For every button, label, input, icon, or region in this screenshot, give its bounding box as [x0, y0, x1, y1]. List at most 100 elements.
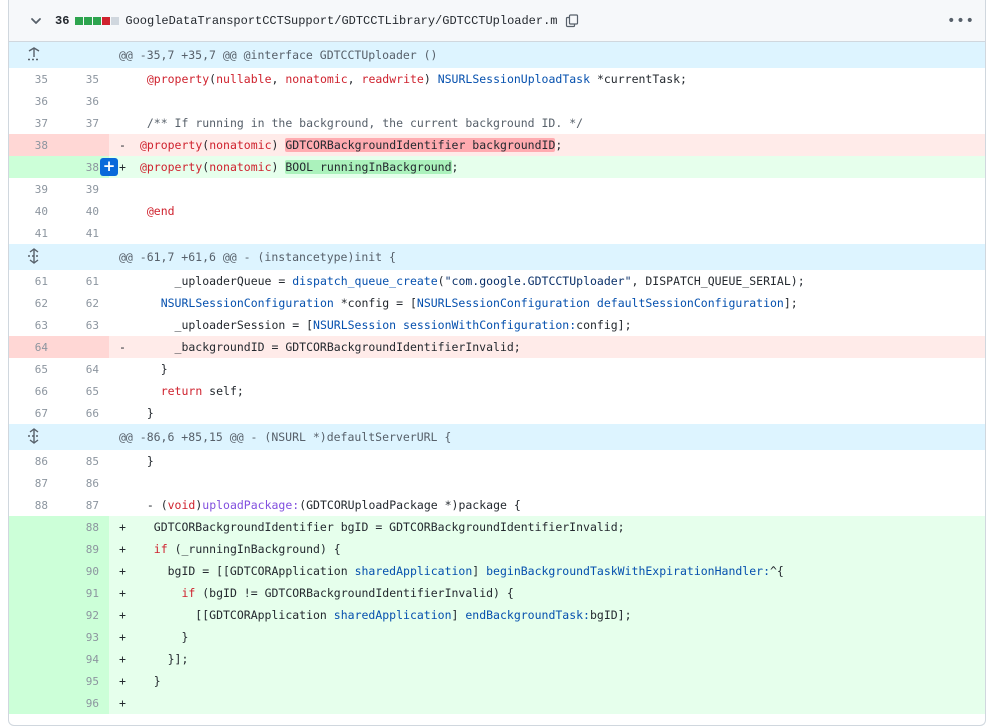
old-line-number[interactable]: 88 — [9, 494, 58, 516]
new-line-number[interactable]: 96 — [58, 692, 109, 714]
new-line-number[interactable]: 93 — [58, 626, 109, 648]
old-line-number[interactable]: 66 — [9, 380, 58, 402]
new-line-number[interactable]: 87 — [58, 494, 109, 516]
kebab-horizontal-icon[interactable]: ••• — [947, 9, 975, 33]
new-line-number[interactable]: 64 — [58, 358, 109, 380]
old-line-number[interactable]: 36 — [9, 90, 58, 112]
code-token: /** If running in the background, the cu… — [146, 116, 584, 130]
new-line-number[interactable]: 37 — [58, 112, 109, 134]
old-line-number[interactable]: 67 — [9, 402, 58, 424]
new-line-number-text: 36 — [85, 94, 99, 108]
old-line-number[interactable]: 62 — [9, 292, 58, 314]
expand-both-icon[interactable] — [9, 244, 58, 270]
old-line-number[interactable] — [9, 626, 58, 648]
new-line-number-text: 37 — [85, 116, 99, 130]
new-line-number[interactable]: 35 — [58, 68, 109, 90]
code-token: sessionWithConfiguration: — [403, 318, 577, 332]
code-token: ( — [437, 274, 445, 288]
code-token: NSURLSessionUploadTask — [437, 72, 591, 86]
old-line-number[interactable] — [9, 604, 58, 626]
copy-icon[interactable] — [565, 13, 579, 28]
code-token: } — [133, 454, 154, 468]
code-token: GDTCORBackgroundIdentifier backgroundID — [285, 138, 556, 152]
new-line-number[interactable]: 38 + — [58, 156, 118, 178]
new-line-number[interactable]: 62 — [58, 292, 109, 314]
diff-marker: + — [119, 520, 126, 534]
code-line: } — [109, 402, 985, 424]
diff-marker: + — [119, 674, 126, 688]
new-line-number[interactable]: 88 — [58, 516, 109, 538]
old-line-number[interactable]: 35 — [9, 68, 58, 90]
new-line-number[interactable]: 65 — [58, 380, 109, 402]
old-line-number[interactable]: 40 — [9, 200, 58, 222]
code-token: sharedApplication — [354, 564, 473, 578]
added-line: 95 + } — [9, 670, 985, 692]
old-line-number[interactable] — [9, 692, 58, 714]
code-token: ; — [555, 138, 563, 152]
add-comment-icon[interactable]: + — [100, 158, 118, 176]
code-token: GDTCORBackgroundIdentifier bgID = GDTCOR… — [133, 520, 625, 534]
code-token: , — [347, 72, 362, 86]
new-line-number[interactable]: 63 — [58, 314, 109, 336]
old-line-number[interactable]: 41 — [9, 222, 58, 244]
context-line: 41 41 — [9, 222, 985, 244]
code-token: bgID]; — [589, 608, 632, 622]
old-line-number[interactable]: 38 — [9, 134, 58, 156]
new-line-number[interactable] — [58, 134, 109, 156]
code-line: + if (bgID != GDTCORBackgroundIdentifier… — [109, 582, 985, 604]
code-line: + } — [109, 670, 985, 692]
old-line-number[interactable]: 86 — [9, 450, 58, 472]
new-line-number[interactable]: 39 — [58, 178, 109, 200]
old-line-number[interactable]: 37 — [9, 112, 58, 134]
context-line: 88 87 - (void)uploadPackage:(GDTCORUpload… — [9, 494, 985, 516]
code-token: config]; — [576, 318, 632, 332]
new-line-number[interactable]: 36 — [58, 90, 109, 112]
new-line-number[interactable]: 41 — [58, 222, 109, 244]
new-line-number[interactable]: 92 — [58, 604, 109, 626]
new-line-number[interactable]: 40 — [58, 200, 109, 222]
code-token: } — [133, 630, 189, 644]
old-line-number[interactable]: 65 — [9, 358, 58, 380]
old-line-number[interactable] — [9, 538, 58, 560]
file-name[interactable]: GoogleDataTransportCCTSupport/GDTCCTLibr… — [125, 14, 557, 28]
old-line-number[interactable] — [9, 560, 58, 582]
old-line-number[interactable] — [9, 582, 58, 604]
old-line-number[interactable] — [9, 516, 58, 538]
old-line-number[interactable] — [9, 648, 58, 670]
new-line-number[interactable]: 91 — [58, 582, 109, 604]
new-line-number[interactable]: 94 — [58, 648, 109, 670]
old-line-number[interactable] — [9, 156, 58, 178]
new-line-number[interactable]: 89 — [58, 538, 109, 560]
new-line-number-text: 93 — [85, 630, 99, 644]
new-line-number[interactable]: 66 — [58, 402, 109, 424]
old-line-number[interactable]: 61 — [9, 270, 58, 292]
new-line-number-text: 88 — [85, 520, 99, 534]
old-line-number[interactable] — [9, 670, 58, 692]
new-line-number[interactable]: 61 — [58, 270, 109, 292]
new-line-number[interactable] — [58, 336, 109, 358]
code-line: + @property(nonatomic) BOOL runningInBac… — [109, 156, 985, 178]
expand-up-icon[interactable] — [9, 42, 58, 68]
hunk-header: @@ -86,6 +85,15 @@ - (NSURL *)defaultSer… — [9, 424, 985, 450]
code-token: _uploaderSession = [ — [133, 318, 314, 332]
code-token: void — [167, 498, 196, 512]
new-line-number[interactable]: 85 — [58, 450, 109, 472]
added-line: 89 + if (_runningInBackground) { — [9, 538, 985, 560]
expand-both-icon[interactable] — [9, 424, 58, 450]
new-line-number[interactable]: 86 — [58, 472, 109, 494]
code-token: @property — [146, 72, 210, 86]
old-line-number[interactable]: 63 — [9, 314, 58, 336]
old-line-number[interactable]: 64 — [9, 336, 58, 358]
code-token: [[GDTCORApplication — [133, 608, 334, 622]
old-line-number[interactable]: 39 — [9, 178, 58, 200]
old-line-number[interactable]: 87 — [9, 472, 58, 494]
new-line-number-text: 89 — [85, 542, 99, 556]
new-line-number-text: 85 — [85, 454, 99, 468]
new-line-number[interactable]: 90 — [58, 560, 109, 582]
new-line-number[interactable]: 95 — [58, 670, 109, 692]
diff-marker: - — [119, 138, 126, 152]
chevron-down-icon[interactable] — [27, 12, 45, 30]
